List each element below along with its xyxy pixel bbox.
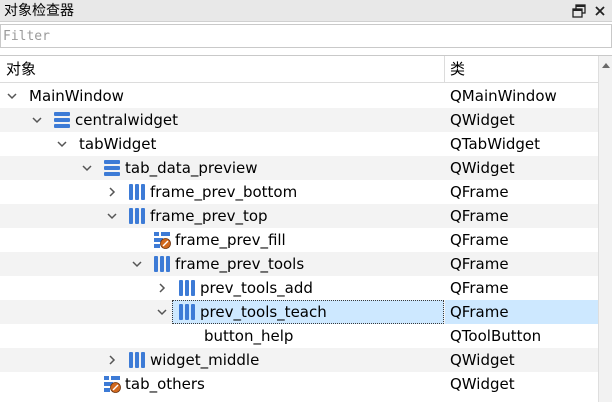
tree-header: 对象 类 xyxy=(0,56,598,83)
horizontal-layout-icon xyxy=(179,304,195,320)
header-divider[interactable] xyxy=(444,56,445,83)
object-class: QFrame xyxy=(450,255,509,273)
chevron-down-icon[interactable] xyxy=(156,306,168,318)
chevron-down-icon[interactable] xyxy=(6,90,18,102)
object-name: MainWindow xyxy=(29,87,124,105)
class-column-header[interactable]: 类 xyxy=(450,60,465,78)
object-class: QMainWindow xyxy=(450,87,557,105)
chevron-down-icon[interactable] xyxy=(56,138,68,150)
object-class: QFrame xyxy=(450,207,509,225)
object-name: tab_data_preview xyxy=(125,159,258,177)
chevron-down-icon[interactable] xyxy=(81,162,93,174)
chevron-down-icon[interactable] xyxy=(131,258,143,270)
object-class: QWidget xyxy=(450,351,515,369)
object-class: QFrame xyxy=(450,303,509,321)
object-name: frame_prev_fill xyxy=(175,231,286,249)
tree-row[interactable]: MainWindow QMainWindow xyxy=(0,84,598,108)
horizontal-layout-icon xyxy=(154,256,170,272)
horizontal-layout-icon xyxy=(129,184,145,200)
object-class: QFrame xyxy=(450,183,509,201)
object-class: QWidget xyxy=(450,375,515,393)
object-name: centralwidget xyxy=(75,111,178,129)
object-name: frame_prev_top xyxy=(150,207,268,225)
horizontal-layout-icon xyxy=(129,208,145,224)
object-class: QTabWidget xyxy=(450,135,541,153)
tree-row[interactable]: frame_prev_top QFrame xyxy=(0,204,598,228)
tree-row[interactable]: tab_data_preview QWidget xyxy=(0,156,598,180)
broken-layout-icon xyxy=(154,232,171,249)
float-icon[interactable] xyxy=(571,3,587,19)
tree-row[interactable]: tabWidget QTabWidget xyxy=(0,132,598,156)
tree-row[interactable]: prev_tools_add QFrame xyxy=(0,276,598,300)
object-tree: 对象 类 MainWindow QMainWindow centralwidget Q… xyxy=(0,55,612,402)
tree-row[interactable]: frame_prev_tools QFrame xyxy=(0,252,598,276)
object-name: frame_prev_tools xyxy=(175,255,305,273)
horizontal-layout-icon xyxy=(129,352,145,368)
panel-title-bar: 对象检查器 xyxy=(0,0,612,22)
object-class: QWidget xyxy=(450,159,515,177)
tree-row[interactable]: tab_others QWidget xyxy=(0,372,598,396)
object-name: tabWidget xyxy=(79,135,157,153)
scroll-up-arrow-icon[interactable] xyxy=(602,63,610,68)
tree-row[interactable]: prev_tools_teach QFrame xyxy=(0,300,598,324)
vertical-scrollbar[interactable] xyxy=(598,56,612,402)
object-class: QFrame xyxy=(450,279,509,297)
chevron-right-icon[interactable] xyxy=(106,186,118,198)
object-name: prev_tools_teach xyxy=(200,303,327,321)
object-name: tab_others xyxy=(125,375,205,393)
tree-row[interactable]: frame_prev_bottom QFrame xyxy=(0,180,598,204)
object-class: QToolButton xyxy=(450,327,542,345)
object-name: prev_tools_add xyxy=(200,279,313,297)
object-name: frame_prev_bottom xyxy=(150,183,298,201)
horizontal-layout-icon xyxy=(179,280,195,296)
chevron-down-icon[interactable] xyxy=(106,210,118,222)
close-icon[interactable] xyxy=(592,3,608,19)
vertical-layout-icon xyxy=(104,160,120,176)
filter-input[interactable] xyxy=(3,27,603,45)
panel-title: 对象检查器 xyxy=(4,3,74,19)
object-class: QWidget xyxy=(450,111,515,129)
broken-layout-icon xyxy=(104,376,121,393)
chevron-right-icon[interactable] xyxy=(156,282,168,294)
object-class: QFrame xyxy=(450,231,509,249)
tree-row[interactable]: centralwidget QWidget xyxy=(0,108,598,132)
tree-row[interactable]: button_help QToolButton xyxy=(0,324,598,348)
filter-box xyxy=(0,24,612,48)
vertical-layout-icon xyxy=(54,112,70,128)
object-name: button_help xyxy=(204,327,294,345)
chevron-down-icon[interactable] xyxy=(31,114,43,126)
tree-row[interactable]: widget_middle QWidget xyxy=(0,348,598,372)
object-column-header[interactable]: 对象 xyxy=(6,60,36,78)
chevron-right-icon[interactable] xyxy=(106,354,118,366)
tree-row[interactable]: frame_prev_fill QFrame xyxy=(0,228,598,252)
object-name: widget_middle xyxy=(150,351,260,369)
